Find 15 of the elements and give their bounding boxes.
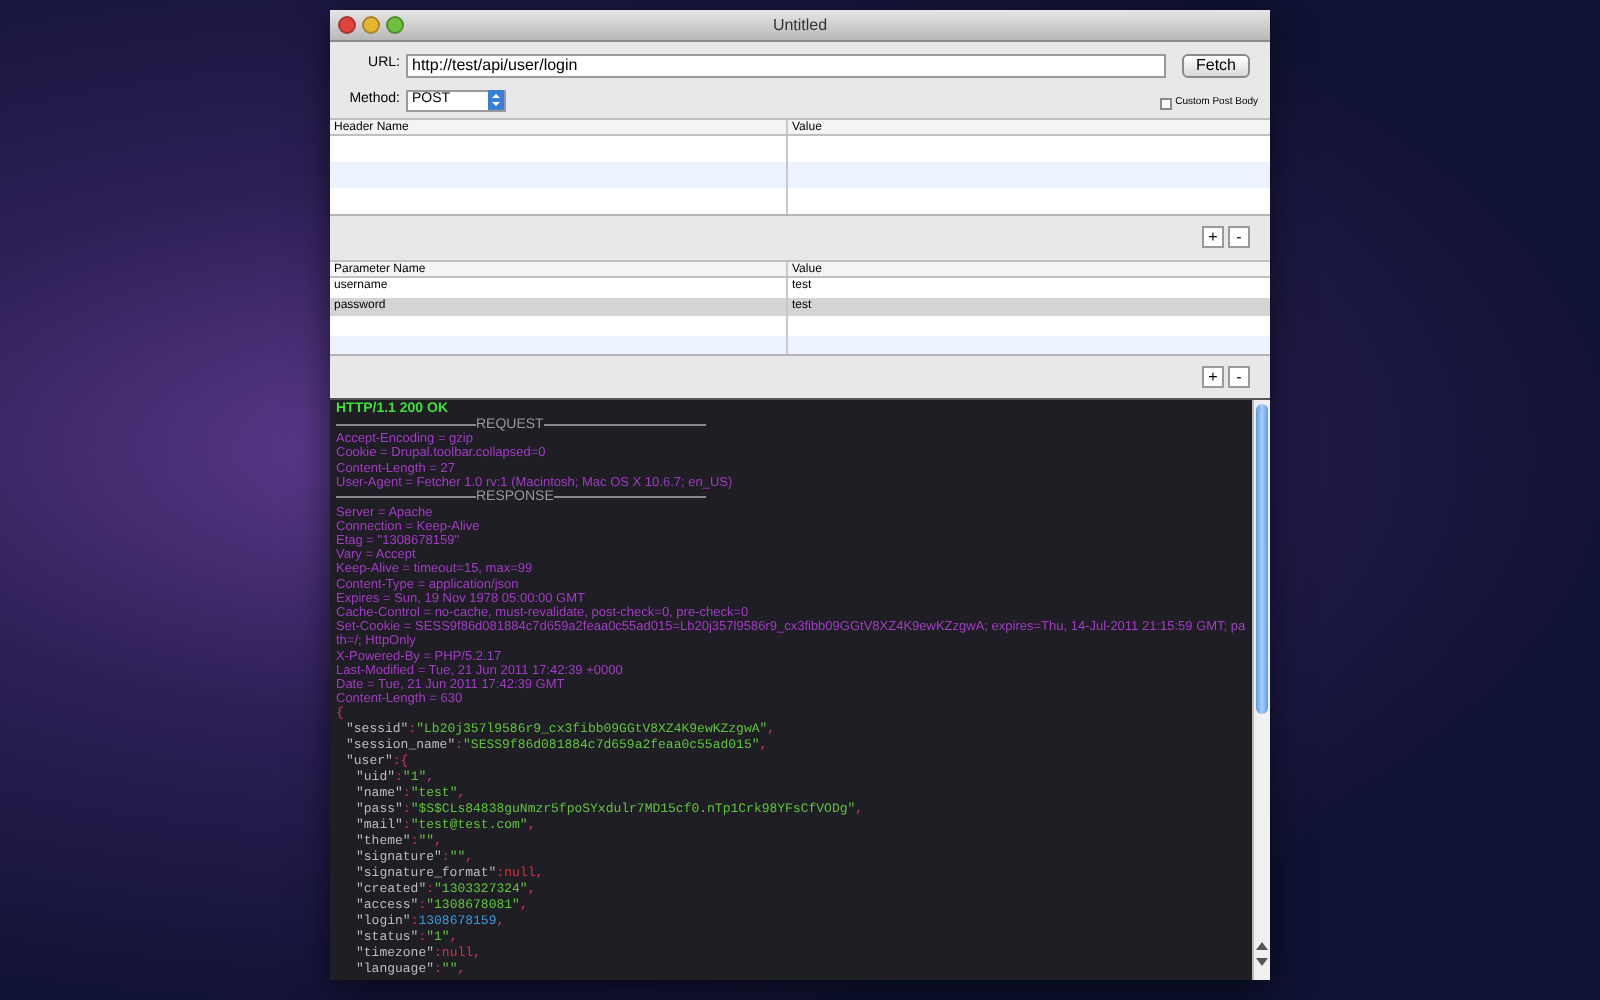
scrollbar[interactable] bbox=[1252, 400, 1270, 980]
remove-button[interactable]: - bbox=[1228, 366, 1250, 388]
stepper-icon bbox=[488, 90, 504, 110]
minimize-button[interactable] bbox=[362, 16, 380, 34]
scrollbar-thumb[interactable] bbox=[1256, 404, 1268, 714]
add-button[interactable]: + bbox=[1202, 226, 1224, 248]
fetch-button[interactable]: Fetch bbox=[1182, 53, 1250, 77]
url-field[interactable]: http://test/api/user/login bbox=[406, 53, 1166, 77]
scroll-arrows-icon[interactable] bbox=[1256, 940, 1268, 968]
window-title: Untitled bbox=[772, 13, 828, 37]
close-button[interactable] bbox=[338, 16, 356, 34]
add-button[interactable]: + bbox=[1202, 366, 1224, 388]
zoom-button[interactable] bbox=[386, 16, 404, 34]
remove-button[interactable]: - bbox=[1228, 226, 1250, 248]
checkbox[interactable] bbox=[1159, 98, 1172, 110]
